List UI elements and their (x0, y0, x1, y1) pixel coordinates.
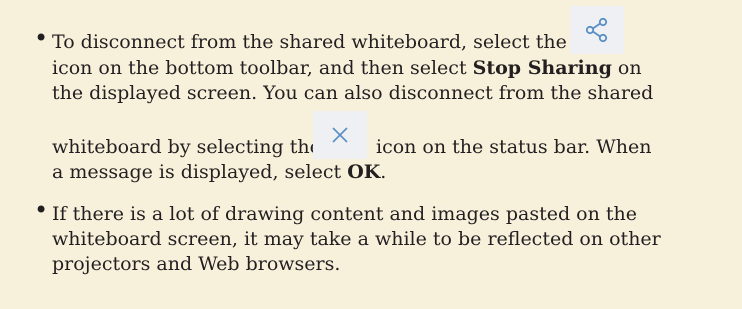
bullet-1-line-4-left: whiteboard by selecting the (52, 136, 321, 158)
share-icon (570, 6, 624, 54)
bullet-1-line-3: the displayed screen. You can also disco… (52, 82, 654, 104)
share-icon-glyph (585, 17, 608, 43)
bullet-1-line-1: To disconnect from the shared whiteboard… (52, 31, 567, 53)
bullet-marker: • (34, 196, 49, 224)
bullet-1-line-5: a message is displayed, select OK. (52, 161, 387, 183)
bullet-2-line-3: projectors and Web browsers. (52, 253, 341, 275)
bullet-marker: • (34, 24, 49, 52)
note-box: • To disconnect from the shared whiteboa… (0, 0, 742, 309)
bullet-1-line-4-right: icon on the status bar. When (376, 136, 652, 158)
bullet-2-line-2: whiteboard screen, it may take a while t… (52, 228, 661, 250)
bullet-1-line-2: icon on the bottom toolbar, and then sel… (52, 57, 642, 79)
bullet-2-line-1: If there is a lot of drawing content and… (52, 203, 637, 225)
close-icon (313, 111, 367, 159)
close-icon-glyph (332, 127, 348, 143)
